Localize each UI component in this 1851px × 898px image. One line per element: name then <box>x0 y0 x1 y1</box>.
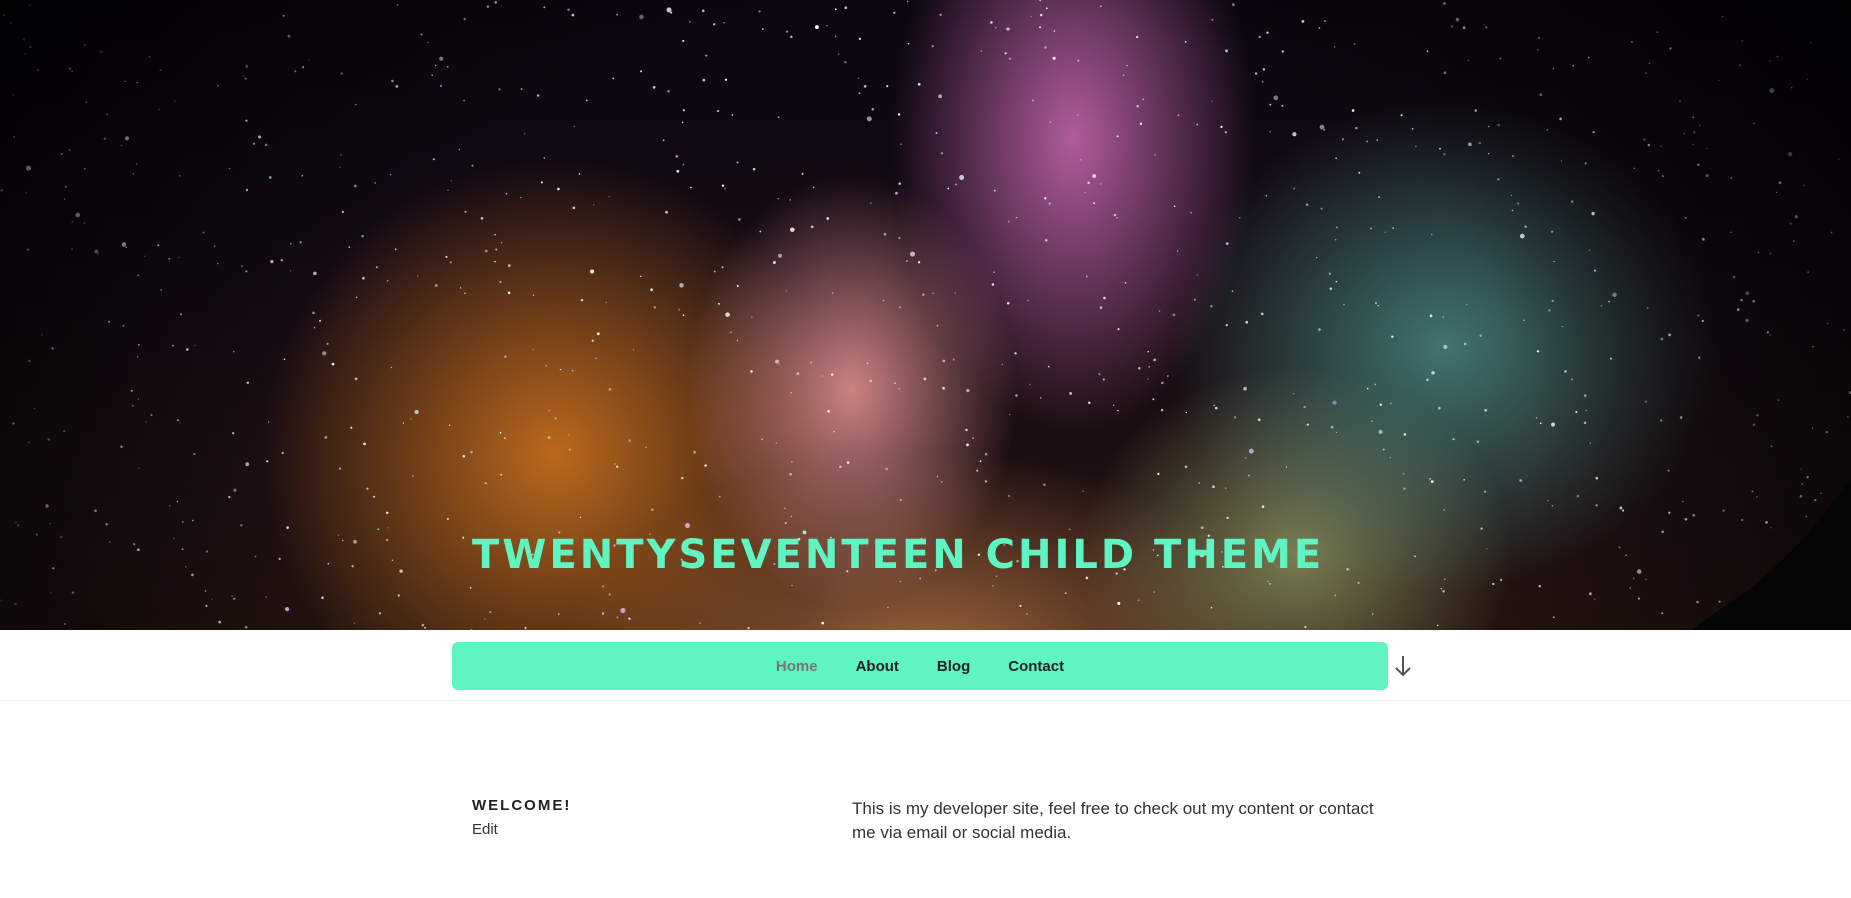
edit-link[interactable]: Edit <box>472 821 498 838</box>
nav-item-blog[interactable]: Blog <box>918 658 989 675</box>
site-header: TWENTYSEVENTEEN CHILD THEME Home About B… <box>0 0 1851 701</box>
nav-item-about[interactable]: About <box>837 658 918 675</box>
arrow-down-icon[interactable] <box>1391 652 1415 680</box>
main-navigation: Home About Blog Contact <box>0 630 1851 701</box>
entry-text: This is my developer site, feel free to … <box>852 799 1374 842</box>
site-title[interactable]: TWENTYSEVENTEEN CHILD THEME <box>472 530 1324 580</box>
page-content: WELCOME! Edit This is my developer site,… <box>0 701 1851 898</box>
nav-item-home[interactable]: Home <box>757 658 837 675</box>
nav-item-contact[interactable]: Contact <box>989 658 1083 675</box>
nav-bar: Home About Blog Contact <box>452 642 1388 690</box>
header-image: TWENTYSEVENTEEN CHILD THEME <box>0 0 1851 630</box>
page-title: WELCOME! <box>472 797 572 814</box>
